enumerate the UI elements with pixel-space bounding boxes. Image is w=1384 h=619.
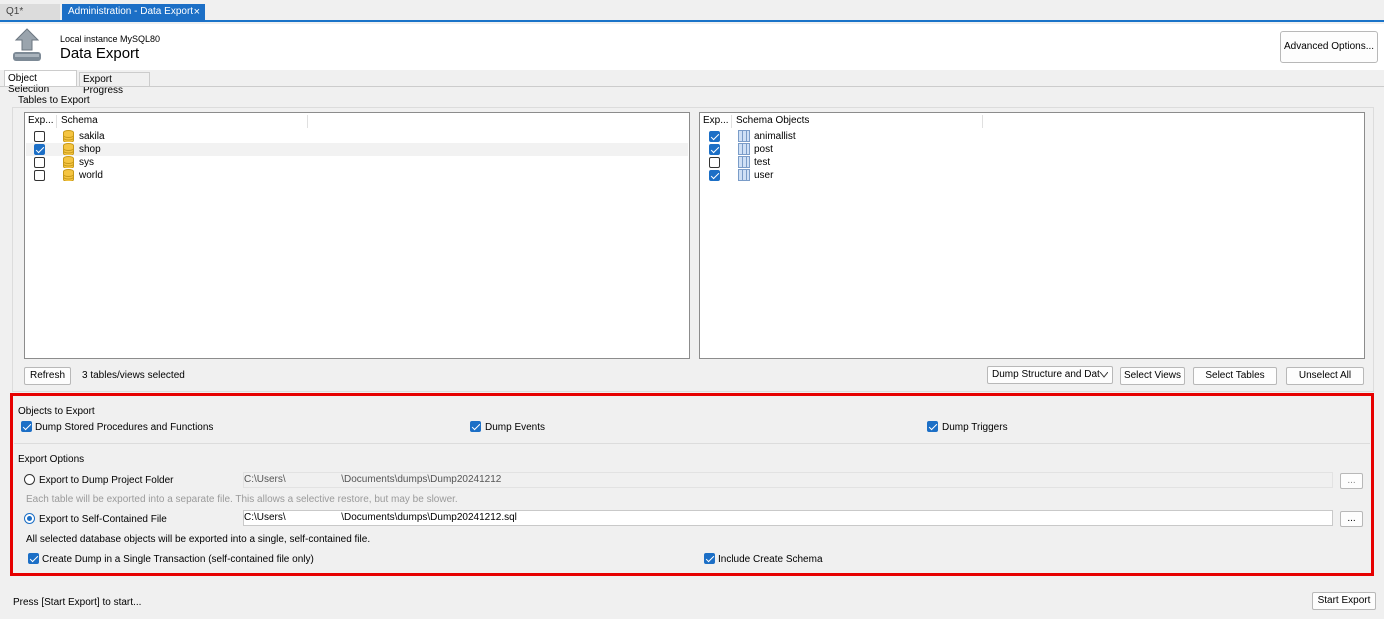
instance-name: Local instance MySQL80 <box>60 34 161 44</box>
tab-object-selection[interactable]: Object Selection <box>4 70 77 95</box>
refresh-button[interactable]: Refresh <box>24 367 71 385</box>
object-row[interactable]: post <box>701 143 1363 156</box>
object-name: user <box>754 170 774 181</box>
object-name: animallist <box>754 131 796 142</box>
schema-col-export[interactable]: Exp... <box>25 115 57 128</box>
object-export-checkbox[interactable] <box>709 157 720 168</box>
database-icon <box>63 169 74 181</box>
schema-col-name[interactable]: Schema <box>58 115 308 128</box>
schema-list[interactable]: Exp... Schema sakila shop sys world <box>24 112 690 359</box>
schema-name: sys <box>79 157 94 168</box>
table-icon <box>738 156 750 168</box>
dump-type-select[interactable]: Dump Structure and Dat <box>987 366 1113 384</box>
schema-row[interactable]: sakila <box>26 130 688 143</box>
object-row[interactable]: animallist <box>701 130 1363 143</box>
object-export-checkbox[interactable] <box>709 170 720 181</box>
tab-q1[interactable]: Q1* <box>0 4 60 20</box>
select-tables-button[interactable]: Select Tables <box>1193 367 1277 385</box>
schema-name: sakila <box>79 131 105 142</box>
object-name: test <box>754 157 771 168</box>
object-export-checkbox[interactable] <box>709 144 720 155</box>
table-icon <box>738 130 750 142</box>
chevron-down-icon <box>1100 372 1108 378</box>
table-icon <box>738 143 750 155</box>
schema-name: shop <box>79 144 101 155</box>
page-title: Data Export <box>60 45 140 62</box>
schema-export-checkbox[interactable] <box>34 157 45 168</box>
tables-to-export-label: Tables to Export <box>18 95 90 106</box>
advanced-options-button[interactable]: Advanced Options... <box>1280 31 1378 63</box>
close-icon[interactable]: × <box>194 6 200 18</box>
selection-count: 3 tables/views selected <box>82 370 185 381</box>
schema-objects-list[interactable]: Exp... Schema Objects animallist post test… <box>699 112 1365 359</box>
objects-col-export[interactable]: Exp... <box>700 115 732 128</box>
highlight-box <box>10 393 1374 576</box>
status-text: Press [Start Export] to start... <box>13 597 142 608</box>
object-name: post <box>754 144 773 155</box>
tab-data-export-label: Administration - Data Export <box>68 6 194 17</box>
schema-name: world <box>79 170 103 181</box>
tab-export-progress[interactable]: Export Progress <box>79 72 150 96</box>
page-header: Local instance MySQL80 Data Export Advan… <box>0 24 1384 70</box>
schema-row[interactable]: world <box>26 169 688 182</box>
dump-type-value: Dump Structure and Dat <box>992 369 1100 380</box>
start-export-button[interactable]: Start Export <box>1312 592 1376 610</box>
export-arrow-icon <box>13 28 41 61</box>
objects-col-name[interactable]: Schema Objects <box>733 115 983 128</box>
object-row[interactable]: user <box>701 169 1363 182</box>
schema-export-checkbox[interactable] <box>34 170 45 181</box>
database-icon <box>63 143 74 155</box>
schema-row[interactable]: shop <box>26 143 688 156</box>
schema-export-checkbox[interactable] <box>34 131 45 142</box>
database-icon <box>63 156 74 168</box>
document-tab-bar: Q1* Administration - Data Export × <box>0 0 1384 22</box>
object-export-checkbox[interactable] <box>709 131 720 142</box>
schema-export-checkbox[interactable] <box>34 144 45 155</box>
database-icon <box>63 130 74 142</box>
select-views-button[interactable]: Select Views <box>1120 367 1185 385</box>
schema-row[interactable]: sys <box>26 156 688 169</box>
tab-data-export[interactable]: Administration - Data Export × <box>62 4 205 22</box>
table-icon <box>738 169 750 181</box>
unselect-all-button[interactable]: Unselect All <box>1286 367 1364 385</box>
object-row[interactable]: test <box>701 156 1363 169</box>
